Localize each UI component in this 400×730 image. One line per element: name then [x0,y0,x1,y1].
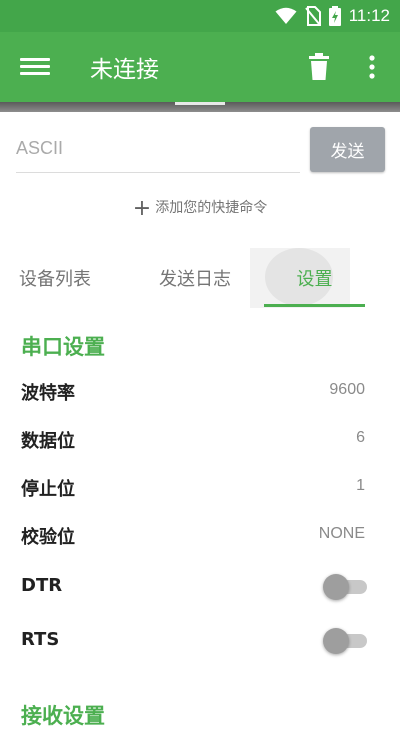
stop-bits-value: 1 [356,477,365,494]
rts-row: RTS [0,619,400,663]
status-icons: 11:12 [275,5,390,27]
stop-bits-label: 停止位 [21,479,75,500]
page-title: 未连接 [90,57,159,83]
parity-label: 校验位 [21,527,75,548]
command-input[interactable] [16,127,300,169]
stop-bits-row[interactable]: 停止位 1 [0,467,400,507]
add-quick-command-button[interactable]: + 添加您的快捷命令 [0,196,400,221]
dtr-switch-thumb [323,574,349,600]
baud-rate-row[interactable]: 波特率 9600 [0,371,400,411]
menu-icon[interactable] [20,55,50,79]
dtr-row: DTR [0,565,400,609]
dtr-label: DTR [21,575,63,596]
tab-send-log[interactable]: 发送日志 [140,248,250,308]
rts-label: RTS [21,629,60,650]
command-input-container [16,127,300,173]
send-button[interactable]: 发送 [310,127,385,172]
baud-rate-value: 9600 [329,381,365,398]
tab-settings[interactable]: 设置 [264,248,365,308]
serial-settings-title: 串口设置 [21,335,105,359]
rts-switch[interactable] [323,628,369,654]
more-vert-icon[interactable] [362,52,382,82]
clock: 11:12 [348,6,390,25]
status-bar: 11:12 [0,0,400,32]
receive-settings-title: 接收设置 [21,704,105,728]
wifi-icon [275,7,297,24]
pager-shadow [0,102,400,112]
battery-charging-icon [328,6,341,26]
parity-row[interactable]: 校验位 NONE [0,515,400,555]
trash-icon[interactable] [306,52,332,82]
tab-device-list[interactable]: 设备列表 [0,248,110,308]
pager-indicator [175,102,225,105]
tab-indicator [264,304,365,307]
data-bits-label: 数据位 [21,431,75,452]
rts-switch-thumb [323,628,349,654]
app-bar: 未连接 [0,32,400,102]
parity-value: NONE [318,525,365,542]
plus-icon: + [132,196,152,221]
data-bits-row[interactable]: 数据位 6 [0,419,400,459]
dtr-switch[interactable] [323,574,369,600]
baud-rate-label: 波特率 [21,383,75,404]
add-quick-command-label: 添加您的快捷命令 [155,200,268,216]
data-bits-value: 6 [356,429,365,446]
no-sim-icon [304,6,321,26]
